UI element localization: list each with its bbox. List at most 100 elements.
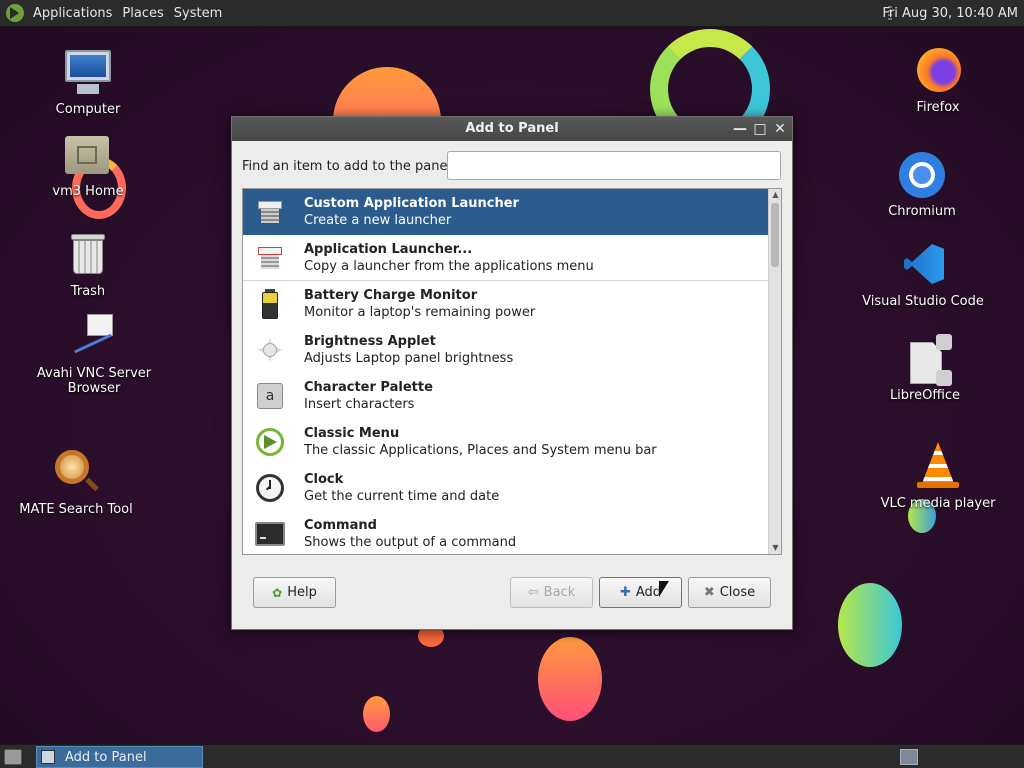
desktop-icon-label: Chromium — [888, 204, 956, 219]
taskbar-window-button[interactable]: Add to Panel — [36, 746, 203, 768]
desktop-icon-chromium[interactable]: Chromium — [857, 150, 987, 219]
menu-system[interactable]: System — [169, 6, 227, 21]
list-item[interactable]: Command Shows the output of a command — [243, 511, 781, 554]
close-x-icon: ✖ — [703, 585, 715, 600]
desktop-icon-label: MATE Search Tool — [19, 502, 133, 517]
desktop-icon-home[interactable]: vm3 Home — [23, 130, 153, 199]
search-input[interactable] — [447, 151, 781, 180]
add-to-panel-dialog: Add to Panel — □ ✕ Find an item to add t… — [231, 116, 793, 630]
item-desc: Create a new launcher — [304, 213, 452, 228]
help-icon: ✿ — [272, 585, 283, 600]
bottom-panel: Add to Panel — [0, 744, 1024, 768]
vlc-icon — [913, 442, 963, 492]
item-name: Command — [304, 518, 377, 533]
back-button[interactable]: ⇦ Back — [510, 577, 593, 608]
desktop-icon-label: VLC media player — [880, 496, 996, 511]
item-desc: Insert characters — [304, 397, 415, 412]
find-label: Find an item to add to the panel: — [242, 159, 456, 174]
desktop-icon-libreoffice[interactable]: LibreOffice — [860, 334, 990, 403]
desktop-icon-computer[interactable]: Computer — [23, 48, 153, 117]
desktop-icon-firefox[interactable]: Firefox — [873, 46, 1003, 115]
maximize-icon[interactable]: □ — [752, 121, 768, 137]
mate-logo-icon[interactable] — [6, 4, 24, 22]
clock-icon — [255, 473, 285, 503]
list-item[interactable]: Battery Charge Monitor Monitor a laptop'… — [243, 281, 781, 327]
libreoffice-icon — [900, 334, 952, 386]
terminal-icon — [255, 519, 285, 549]
list-item[interactable]: Custom Application Launcher Create a new… — [243, 189, 781, 235]
computer-icon — [63, 48, 113, 98]
item-name: Battery Charge Monitor — [304, 288, 478, 303]
workspace-switcher[interactable] — [900, 749, 918, 765]
character-palette-icon: a — [255, 381, 285, 411]
desktop-icon-label: vm3 Home — [52, 184, 124, 199]
window-icon — [41, 750, 55, 764]
add-button-label: Add — [635, 585, 662, 600]
list-item[interactable]: a Character Palette Insert characters — [243, 373, 781, 419]
wallpaper-blob — [538, 637, 602, 721]
desktop-icon-label: Visual Studio Code — [862, 294, 984, 309]
trash-icon — [63, 230, 113, 280]
list-scrollbar[interactable]: ▲ ▼ — [768, 189, 781, 554]
plus-icon: ✚ — [619, 585, 631, 600]
scroll-up-icon[interactable]: ▲ — [769, 189, 781, 201]
desktop-icon-vlc[interactable]: VLC media player — [873, 442, 1003, 511]
taskbar-window-title: Add to Panel — [65, 749, 147, 765]
desktop-icon-mate-search[interactable]: MATE Search Tool — [11, 448, 141, 517]
back-arrow-icon: ⇦ — [527, 585, 539, 600]
list-item[interactable]: Application Launcher... Copy a launcher … — [243, 235, 781, 281]
list-item[interactable]: Classic Menu The classic Applications, P… — [243, 419, 781, 465]
dialog-title: Add to Panel — [465, 121, 559, 136]
desktop-icon-trash[interactable]: Trash — [23, 230, 153, 299]
minimize-icon[interactable]: — — [732, 121, 748, 137]
search-tool-icon — [51, 448, 101, 498]
close-button-label: Close — [719, 585, 756, 600]
item-desc: Adjusts Laptop panel brightness — [304, 351, 514, 366]
help-button-label: Help — [287, 585, 317, 600]
network-icon — [69, 312, 119, 362]
chromium-icon — [897, 150, 947, 200]
brightness-icon — [255, 335, 285, 365]
item-name: Application Launcher... — [304, 241, 473, 257]
firefox-icon — [913, 46, 963, 96]
item-desc: The classic Applications, Places and Sys… — [304, 443, 657, 458]
list-item[interactable]: Brightness Applet Adjusts Laptop panel b… — [243, 327, 781, 373]
menu-places[interactable]: Places — [117, 6, 168, 21]
desktop-icon-avahi-vnc[interactable]: Avahi VNC Server Browser — [29, 312, 159, 396]
item-desc: Monitor a laptop's remaining power — [304, 305, 536, 320]
item-desc: Shows the output of a command — [304, 535, 517, 550]
vscode-icon — [898, 240, 948, 290]
scroll-thumb[interactable] — [771, 203, 779, 267]
classic-menu-icon — [255, 427, 285, 457]
help-button[interactable]: ✿ Help — [253, 577, 336, 608]
clock[interactable]: Fri Aug 30, 10:40 AM — [882, 0, 1018, 27]
launcher-icon — [255, 243, 285, 273]
wallpaper-blob — [838, 583, 902, 667]
add-button[interactable]: ✚ Add — [599, 577, 682, 608]
item-name: Classic Menu — [304, 426, 400, 441]
top-panel: Applications Places System Fri Aug 30, 1… — [0, 0, 1024, 27]
item-name: Clock — [304, 472, 344, 487]
home-folder-icon — [63, 130, 113, 180]
list-item[interactable]: Clock Get the current time and date — [243, 465, 781, 511]
scroll-down-icon[interactable]: ▼ — [769, 542, 781, 554]
close-icon[interactable]: ✕ — [772, 121, 788, 137]
item-name: Character Palette — [304, 380, 433, 395]
show-desktop-icon[interactable] — [4, 749, 22, 765]
desktop-icon-label: Avahi VNC Server Browser — [36, 366, 152, 396]
dialog-titlebar[interactable]: Add to Panel — □ ✕ — [232, 117, 792, 141]
back-button-label: Back — [543, 585, 576, 600]
battery-icon — [255, 289, 285, 319]
item-name: Custom Application Launcher — [304, 196, 519, 211]
item-desc: Copy a launcher from the applications me… — [304, 258, 594, 274]
desktop-icon-label: Firefox — [916, 100, 960, 115]
desktop-icon-vscode[interactable]: Visual Studio Code — [858, 240, 988, 309]
mouse-cursor-icon — [659, 581, 669, 597]
desktop-icon-label: Trash — [70, 284, 106, 299]
close-button[interactable]: ✖ Close — [688, 577, 771, 608]
item-list[interactable]: Custom Application Launcher Create a new… — [242, 188, 782, 555]
desktop-icon-label: Computer — [55, 102, 121, 117]
menu-applications[interactable]: Applications — [28, 6, 117, 21]
item-name: Brightness Applet — [304, 334, 436, 349]
wallpaper-blob — [363, 696, 390, 732]
